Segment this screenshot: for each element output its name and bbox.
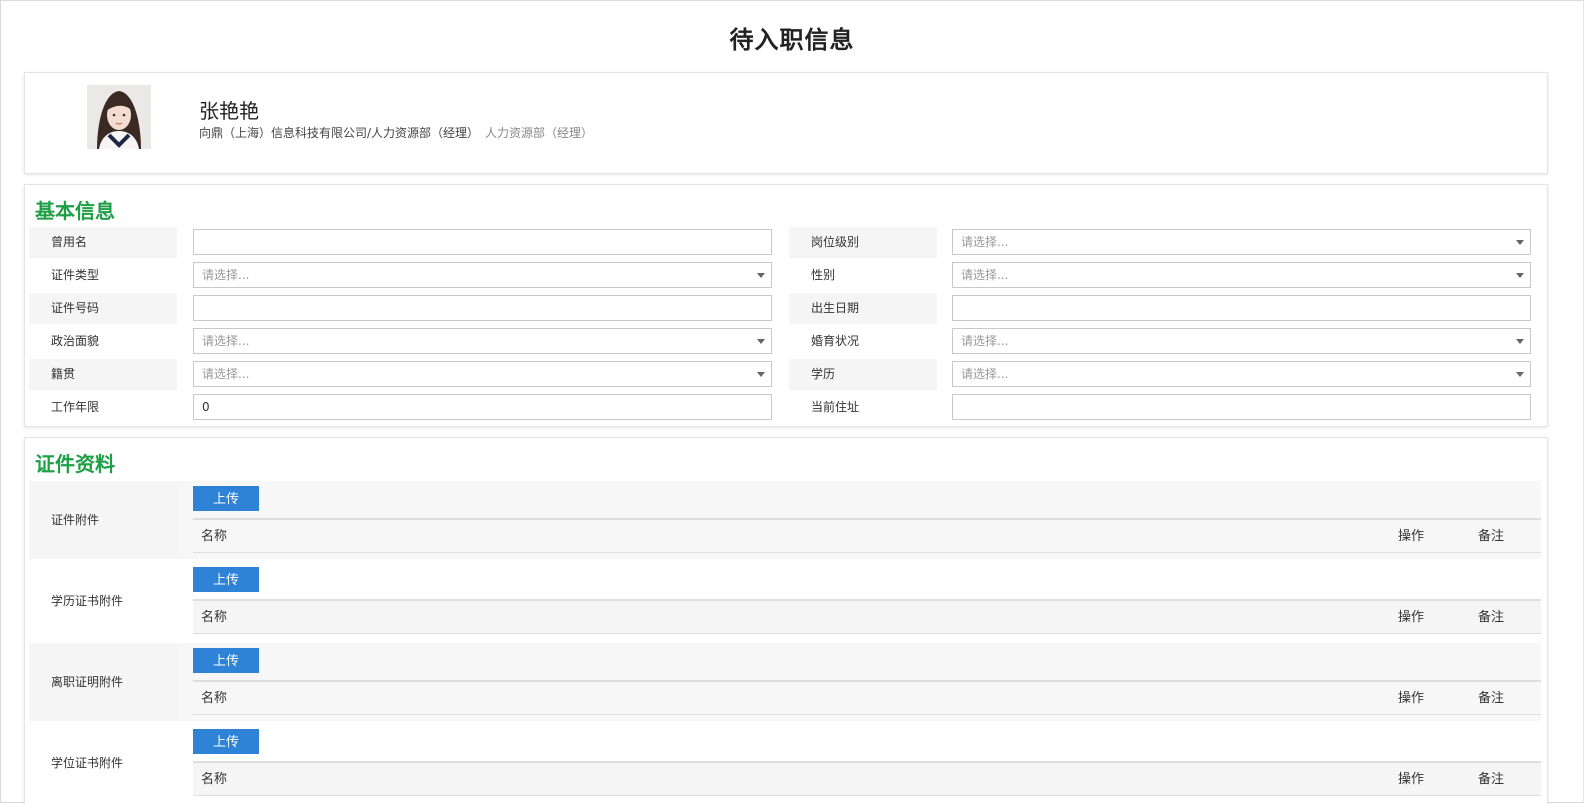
marital-status-select[interactable]: 请选择... <box>952 328 1531 354</box>
form-row: 工作年限 0 当前住址 <box>29 392 1541 423</box>
birth-date-input[interactable] <box>952 295 1531 321</box>
id-type-select[interactable]: 请选择... <box>193 262 772 288</box>
column-name: 名称 <box>201 772 228 787</box>
political-status-select[interactable]: 请选择... <box>193 328 772 354</box>
doc-block-resignation: 离职证明附件 上传 名称 操作 备注 <box>29 643 1541 721</box>
attachment-table-header: 名称 操作 备注 <box>193 599 1541 634</box>
chevron-down-icon <box>1516 273 1524 278</box>
form-row: 曾用名 岗位级别 请选择... <box>29 227 1541 258</box>
upload-button[interactable]: 上传 <box>193 486 259 511</box>
profile-card: 张艳艳 向鼎（上海）信息科技有限公司/人力资源部（经理） 人力资源部（经理） <box>24 72 1548 174</box>
native-place-label: 籍贯 <box>29 359 177 390</box>
work-years-label: 工作年限 <box>51 400 100 414</box>
profile-org: 向鼎（上海）信息科技有限公司/人力资源部（经理） 人力资源部（经理） <box>199 124 593 141</box>
id-type-label: 证件类型 <box>51 268 100 282</box>
id-type-value: 请选择... <box>202 268 250 282</box>
column-operation: 操作 <box>1398 610 1425 625</box>
chevron-down-icon <box>757 339 765 344</box>
column-note: 备注 <box>1478 691 1505 706</box>
attachment-table-header: 名称 操作 备注 <box>193 761 1541 796</box>
marital-status-label: 婚育状况 <box>811 334 860 348</box>
documents-title: 证件资料 <box>35 452 115 476</box>
documents-card: 证件资料 证件附件 上传 名称 操作 备注 学历证书附件 上传 名称 操作 备注… <box>24 437 1548 804</box>
column-name: 名称 <box>201 610 228 625</box>
doc-label: 离职证明附件 <box>29 643 179 721</box>
form-row: 证件类型 请选择... 性别 请选择... <box>29 260 1541 291</box>
current-address-input[interactable] <box>952 394 1531 420</box>
chevron-down-icon <box>757 372 765 377</box>
current-address-label: 当前住址 <box>811 400 860 414</box>
column-note: 备注 <box>1478 772 1505 787</box>
avatar <box>87 85 151 149</box>
work-years-input[interactable]: 0 <box>193 394 772 420</box>
upload-button[interactable]: 上传 <box>193 648 259 673</box>
attachment-table-header: 名称 操作 备注 <box>193 518 1541 553</box>
gender-label: 性别 <box>811 268 836 282</box>
column-operation: 操作 <box>1398 691 1425 706</box>
profile-company: 向鼎（上海）信息科技有限公司/人力资源部（经理） <box>199 126 480 140</box>
column-name: 名称 <box>201 691 228 706</box>
form-row: 籍贯 请选择... 学历 请选择... <box>29 359 1541 390</box>
former-name-label: 曾用名 <box>29 227 177 258</box>
upload-button[interactable]: 上传 <box>193 729 259 754</box>
profile-role: 人力资源部（经理） <box>485 126 594 140</box>
position-level-value: 请选择... <box>961 235 1009 249</box>
doc-label: 学位证书附件 <box>51 756 124 770</box>
position-level-label: 岗位级别 <box>789 227 937 258</box>
column-name: 名称 <box>201 529 228 544</box>
page-title: 待入职信息 <box>729 26 855 54</box>
basic-info-title: 基本信息 <box>35 199 115 223</box>
birth-date-label: 出生日期 <box>789 293 937 324</box>
doc-block-diploma: 学历证书附件 上传 名称 操作 备注 <box>29 562 1541 640</box>
id-number-input[interactable] <box>193 295 772 321</box>
gender-value: 请选择... <box>961 268 1009 282</box>
education-select[interactable]: 请选择... <box>952 361 1531 387</box>
form-row: 证件号码 出生日期 <box>29 293 1541 324</box>
chevron-down-icon <box>1516 339 1524 344</box>
basic-info-card: 基本信息 曾用名 岗位级别 请选择... 证件类型 请选择... 性别 请选择.… <box>24 184 1548 427</box>
doc-block-degree: 学位证书附件 上传 名称 操作 备注 <box>29 724 1541 802</box>
position-level-select[interactable]: 请选择... <box>952 229 1531 255</box>
chevron-down-icon <box>757 273 765 278</box>
column-operation: 操作 <box>1398 772 1425 787</box>
profile-name: 张艳艳 <box>199 99 259 123</box>
upload-button[interactable]: 上传 <box>193 567 259 592</box>
doc-label: 学历证书附件 <box>51 594 124 608</box>
id-number-label: 证件号码 <box>29 293 177 324</box>
chevron-down-icon <box>1516 372 1524 377</box>
former-name-input[interactable] <box>193 229 772 255</box>
doc-label: 证件附件 <box>29 481 179 559</box>
native-place-select[interactable]: 请选择... <box>193 361 772 387</box>
gender-select[interactable]: 请选择... <box>952 262 1531 288</box>
column-operation: 操作 <box>1398 529 1425 544</box>
political-status-label: 政治面貌 <box>51 334 100 348</box>
column-note: 备注 <box>1478 610 1505 625</box>
column-note: 备注 <box>1478 529 1505 544</box>
doc-block-id: 证件附件 上传 名称 操作 备注 <box>29 481 1541 559</box>
form-row: 政治面貌 请选择... 婚育状况 请选择... <box>29 326 1541 357</box>
marital-status-value: 请选择... <box>961 334 1009 348</box>
attachment-table-header: 名称 操作 备注 <box>193 680 1541 715</box>
political-status-value: 请选择... <box>202 334 250 348</box>
education-value: 请选择... <box>961 367 1009 381</box>
chevron-down-icon <box>1516 240 1524 245</box>
native-place-value: 请选择... <box>202 367 250 381</box>
education-label: 学历 <box>789 359 937 390</box>
